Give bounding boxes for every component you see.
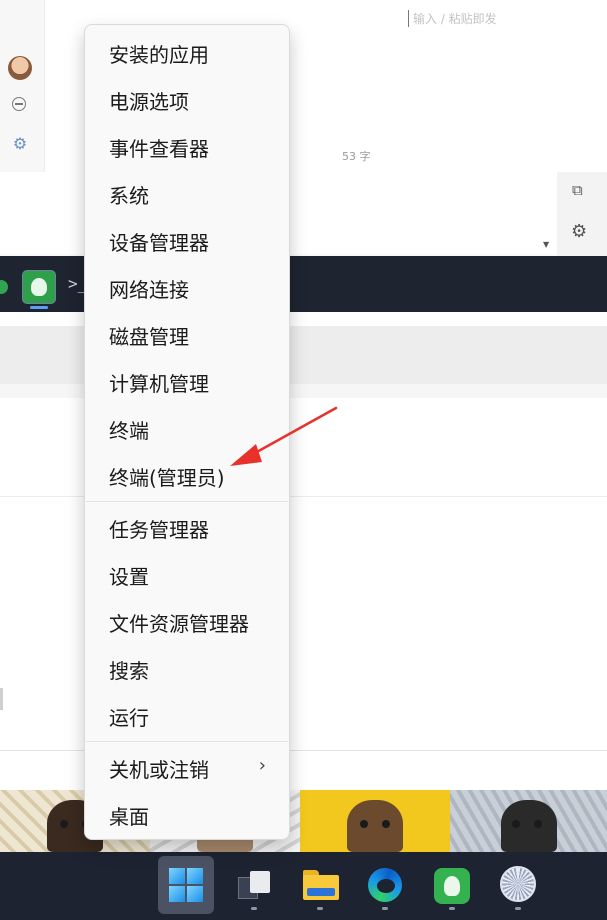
menu-item-shutdown-signout[interactable]: 关机或注销 › bbox=[86, 745, 288, 791]
wheel-app-icon[interactable] bbox=[500, 866, 536, 902]
avatar[interactable] bbox=[8, 56, 32, 80]
menu-item-device-manager[interactable]: 设备管理器 bbox=[86, 218, 288, 264]
dog-photo-3[interactable] bbox=[300, 790, 450, 852]
menu-item-label: 磁盘管理 bbox=[109, 325, 189, 349]
running-indicator bbox=[317, 907, 323, 910]
menu-item-search[interactable]: 搜索 bbox=[86, 646, 288, 692]
menu-item-label: 设置 bbox=[109, 565, 149, 589]
red-arrow-annotation bbox=[230, 406, 338, 466]
menu-item-label: 终端(管理员) bbox=[109, 466, 225, 490]
green-app-icon[interactable] bbox=[22, 270, 56, 304]
menu-item-power-options[interactable]: 电源选项 bbox=[86, 77, 288, 123]
char-count: 53 字 bbox=[342, 150, 371, 163]
menu-item-label: 搜索 bbox=[109, 659, 149, 683]
chevron-right-icon: › bbox=[258, 755, 266, 776]
dog-photo-4[interactable] bbox=[450, 790, 607, 852]
menu-separator bbox=[86, 741, 288, 742]
menu-item-label: 电源选项 bbox=[109, 90, 189, 114]
gear-icon[interactable]: ⚙ bbox=[571, 221, 587, 242]
settings-icon[interactable]: ⚙ bbox=[11, 135, 29, 153]
menu-item-computer-management[interactable]: 计算机管理 bbox=[86, 359, 288, 405]
menu-item-label: 运行 bbox=[109, 706, 149, 730]
menu-item-task-manager[interactable]: 任务管理器 bbox=[86, 505, 288, 551]
edge-marker bbox=[0, 688, 3, 710]
minus-circle-icon[interactable] bbox=[12, 97, 26, 111]
active-indicator bbox=[30, 306, 48, 309]
menu-item-label: 文件资源管理器 bbox=[109, 612, 249, 636]
running-indicator bbox=[515, 907, 521, 910]
scroll-down-icon[interactable]: ▼ bbox=[543, 240, 549, 249]
menu-item-label: 设备管理器 bbox=[109, 231, 209, 255]
menu-item-label: 桌面 bbox=[109, 805, 149, 829]
menu-item-label: 网络连接 bbox=[109, 278, 189, 302]
menu-item-disk-management[interactable]: 磁盘管理 bbox=[86, 312, 288, 358]
menu-separator bbox=[86, 501, 288, 502]
menu-item-label: 任务管理器 bbox=[109, 518, 209, 542]
menu-item-run[interactable]: 运行 bbox=[86, 693, 288, 739]
menu-item-label: 终端 bbox=[109, 419, 149, 443]
task-view-icon[interactable] bbox=[238, 869, 272, 899]
compose-input[interactable]: 输入 / 粘贴即发 bbox=[408, 10, 497, 27]
menu-item-label: 关机或注销 bbox=[109, 758, 209, 782]
screen-toggle-icon[interactable]: ⧉ bbox=[572, 181, 583, 199]
menu-item-file-explorer[interactable]: 文件资源管理器 bbox=[86, 599, 288, 645]
menu-item-label: 系统 bbox=[109, 184, 149, 208]
menu-item-desktop[interactable]: 桌面 bbox=[86, 792, 288, 838]
windows-logo-icon[interactable] bbox=[169, 868, 203, 902]
file-explorer-icon[interactable] bbox=[303, 870, 339, 900]
menu-item-settings[interactable]: 设置 bbox=[86, 552, 288, 598]
running-indicator bbox=[251, 907, 257, 910]
menu-item-installed-apps[interactable]: 安装的应用 bbox=[86, 30, 288, 76]
menu-item-label: 计算机管理 bbox=[109, 372, 209, 396]
menu-item-network-connections[interactable]: 网络连接 bbox=[86, 265, 288, 311]
menu-item-system[interactable]: 系统 bbox=[86, 171, 288, 217]
menu-item-label: 安装的应用 bbox=[109, 43, 209, 67]
menu-item-event-viewer[interactable]: 事件查看器 bbox=[86, 124, 288, 170]
running-indicator bbox=[382, 907, 388, 910]
running-indicator bbox=[449, 907, 455, 910]
edge-icon[interactable] bbox=[368, 868, 402, 902]
menu-item-label: 事件查看器 bbox=[109, 137, 209, 161]
green-app-icon[interactable] bbox=[434, 868, 470, 904]
